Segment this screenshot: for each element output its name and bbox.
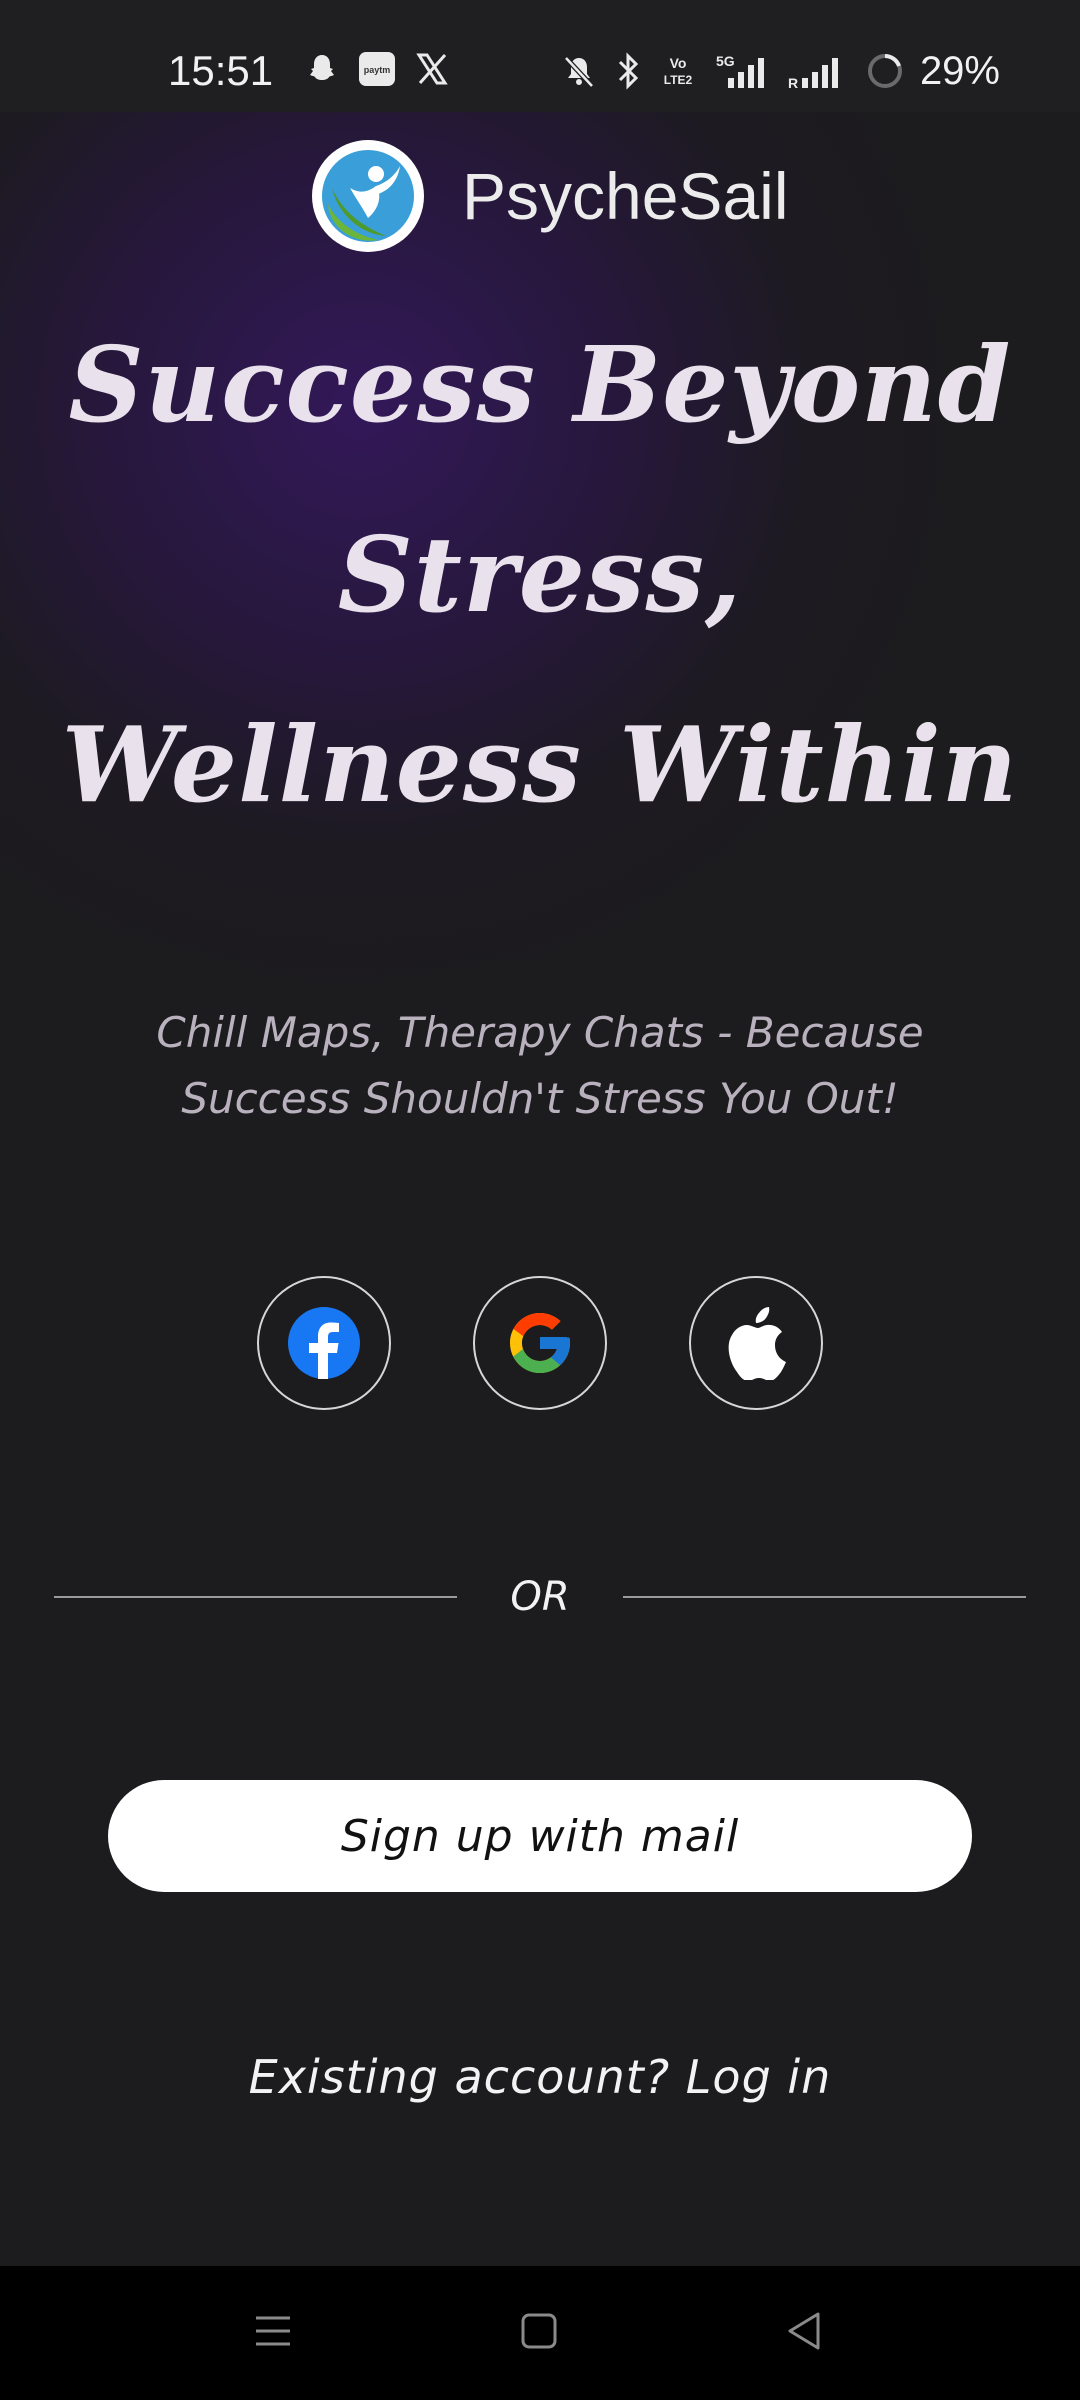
hero-headline: Success Beyond Stress, Wellness Within [40,290,1040,860]
volte-icon: Vo LTE2 [658,52,698,90]
battery-ring-icon [866,52,904,90]
apple-login-button[interactable] [689,1276,823,1410]
facebook-icon [286,1305,362,1381]
status-time: 15:51 [168,47,274,94]
hero-subtitle: Chill Maps, Therapy Chats - Because Succ… [156,1008,924,1123]
divider-line-right [623,1596,1026,1598]
hero-line-2: Stress, [337,513,743,636]
volte-text-top: Vo [670,55,687,71]
back-icon[interactable] [782,2308,828,2354]
google-login-button[interactable] [473,1276,607,1410]
signup-with-mail-button[interactable]: Sign up with mail [108,1780,972,1892]
social-login-row [0,1276,1080,1410]
status-bar: 15:51 paytm Vo LTE2 5G R 29% [0,0,1080,112]
signal-roaming-icon: R [788,52,850,90]
or-divider: OR [54,1572,1026,1622]
divider-line-left [54,1596,457,1598]
signal-5g-icon: 5G [714,52,772,90]
menu-icon[interactable] [250,2308,296,2354]
divider-or-text: OR [510,1574,570,1620]
bluetooth-icon [614,52,642,90]
psychesail-logo-icon [312,140,424,252]
brand-header: PsycheSail [312,140,789,252]
paytm-text: paytm [364,65,391,75]
facebook-login-button[interactable] [257,1276,391,1410]
screen: 15:51 paytm Vo LTE2 5G R 29% PsycheSail … [0,0,1080,2400]
brand-name: PsycheSail [462,159,789,233]
home-icon[interactable] [516,2308,562,2354]
mute-icon [560,52,598,90]
hero-line-3: Wellness Within [61,703,1019,826]
navigation-bar [0,2266,1080,2400]
google-icon [504,1307,576,1379]
login-link[interactable]: Existing account? Log in [0,2050,1080,2104]
paytm-icon: paytm [358,50,396,88]
snapchat-icon [304,51,340,87]
battery-level: 29% [919,49,1000,93]
net-type-text: 5G [716,53,735,69]
hero-line-1: Success Beyond [68,323,1012,446]
status-right-icons: Vo LTE2 5G R 29% [560,46,1000,96]
apple-icon [723,1306,789,1380]
notification-icons: paytm [304,50,450,88]
roaming-text: R [788,75,798,90]
volte-text-bottom: LTE2 [664,73,693,87]
x-icon [414,51,450,87]
